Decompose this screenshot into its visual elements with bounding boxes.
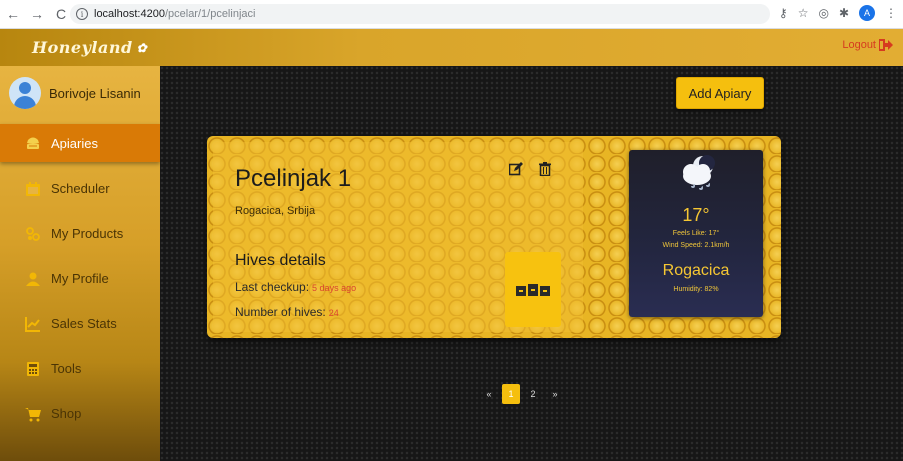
wind-speed: Wind Speed: 2.1km/h (662, 242, 730, 249)
back-icon[interactable]: ← (4, 5, 22, 23)
sidebar: Borivoje Lisanin Apiaries Scheduler My P… (0, 66, 160, 461)
weather-city: Rogacica (662, 262, 730, 279)
weather-widget: 17° Feels Like: 17° Wind Speed: 2.1km/h … (629, 150, 763, 317)
user-icon (25, 271, 41, 287)
calendar-icon (25, 181, 41, 197)
hive-icon (25, 135, 41, 151)
sidebar-nav: Apiaries Scheduler My Products My Profil… (0, 121, 160, 436)
extension-icon[interactable]: ◎ (818, 6, 828, 20)
last-checkup-label: Last checkup: (235, 280, 310, 294)
chart-icon (25, 316, 41, 332)
sidebar-item-label: My Products (51, 226, 124, 241)
sidebar-item-tools[interactable]: Tools (0, 346, 160, 391)
hives-count-label: Number of hives: (235, 305, 326, 319)
temperature: 17° (682, 205, 710, 225)
humidity: Humidity: 82% (673, 286, 719, 293)
brand-logo[interactable]: Honeyland ✿ (32, 38, 147, 57)
forward-icon[interactable]: → (28, 5, 46, 23)
sidebar-item-apiaries[interactable]: Apiaries (0, 124, 160, 162)
sidebar-item-label: Sales Stats (51, 316, 117, 331)
info-icon[interactable]: i (76, 8, 88, 20)
sidebar-item-label: My Profile (51, 271, 109, 286)
profile-avatar-icon[interactable]: A (859, 5, 875, 21)
user-profile[interactable]: Borivoje Lisanin (0, 66, 160, 120)
cloud-rain-moon-icon (683, 155, 715, 190)
sidebar-item-label: Tools (51, 361, 82, 376)
menu-icon[interactable]: ⋮ (885, 6, 897, 20)
sidebar-item-label: Shop (51, 406, 82, 421)
app-header: Honeyland ✿ Logout (0, 29, 903, 66)
pagination: « 1 2 » (480, 384, 564, 404)
sidebar-item-my-products[interactable]: My Products (0, 211, 160, 256)
url-path: /pcelar/1/pcelinjaci (164, 8, 256, 20)
apiary-info-panel: Pcelinjak 1 Rogacica, Srbija Hives detai… (213, 142, 583, 332)
key-icon[interactable]: ⚷ (779, 6, 788, 20)
pagination-next[interactable]: » (546, 384, 564, 404)
sidebar-item-shop[interactable]: Shop (0, 391, 160, 436)
add-apiary-button[interactable]: Add Apiary (676, 77, 764, 109)
sidebar-item-label: Scheduler (51, 181, 110, 196)
puzzle-icon[interactable]: ✱ (839, 6, 849, 20)
logout-button[interactable]: Logout (842, 39, 893, 51)
url-host: localhost:4200 (94, 8, 165, 20)
avatar (9, 77, 41, 109)
address-bar[interactable]: i localhost:4200/pcelar/1/pcelinjaci (70, 4, 770, 24)
products-icon (25, 226, 41, 242)
cart-icon (25, 406, 41, 422)
apiary-card[interactable]: Pcelinjak 1 Rogacica, Srbija Hives detai… (207, 136, 781, 338)
sidebar-item-my-profile[interactable]: My Profile (0, 256, 160, 301)
star-icon[interactable]: ☆ (798, 6, 809, 20)
feels-like: Feels Like: 17° (672, 230, 720, 237)
main-content: Add Apiary Pcelinjak 1 Rogacica, Srbija … (160, 66, 903, 461)
user-name: Borivoje Lisanin (49, 85, 141, 101)
sidebar-item-scheduler[interactable]: Scheduler (0, 166, 160, 211)
edit-icon[interactable] (509, 162, 523, 176)
logout-label: Logout (842, 39, 876, 51)
hives-count-row: Number of hives: 24 (235, 305, 339, 319)
last-checkup-row: Last checkup: 5 days ago (235, 280, 356, 294)
calculator-icon (25, 361, 41, 377)
pagination-prev[interactable]: « (480, 384, 498, 404)
last-checkup-value: 5 days ago (312, 283, 357, 293)
apiary-location: Rogacica, Srbija (235, 205, 316, 217)
brand-name: Honeyland (32, 38, 133, 57)
sidebar-item-label: Apiaries (51, 135, 98, 151)
beehive-boxes-icon (516, 283, 550, 296)
logout-icon (879, 39, 893, 51)
hives-button[interactable] (505, 252, 561, 327)
trash-icon[interactable] (539, 162, 551, 176)
bee-icon: ✿ (136, 40, 148, 55)
hives-count-value: 24 (328, 308, 339, 318)
pagination-page-2[interactable]: 2 (524, 384, 542, 404)
sidebar-item-sales-stats[interactable]: Sales Stats (0, 301, 160, 346)
apiary-name: Pcelinjak 1 (235, 165, 352, 192)
hives-details-title: Hives details (235, 252, 326, 269)
pagination-page-1[interactable]: 1 (502, 384, 520, 404)
reload-icon[interactable]: C (52, 5, 70, 23)
browser-toolbar: ← → C i localhost:4200/pcelar/1/pcelinja… (0, 0, 903, 29)
